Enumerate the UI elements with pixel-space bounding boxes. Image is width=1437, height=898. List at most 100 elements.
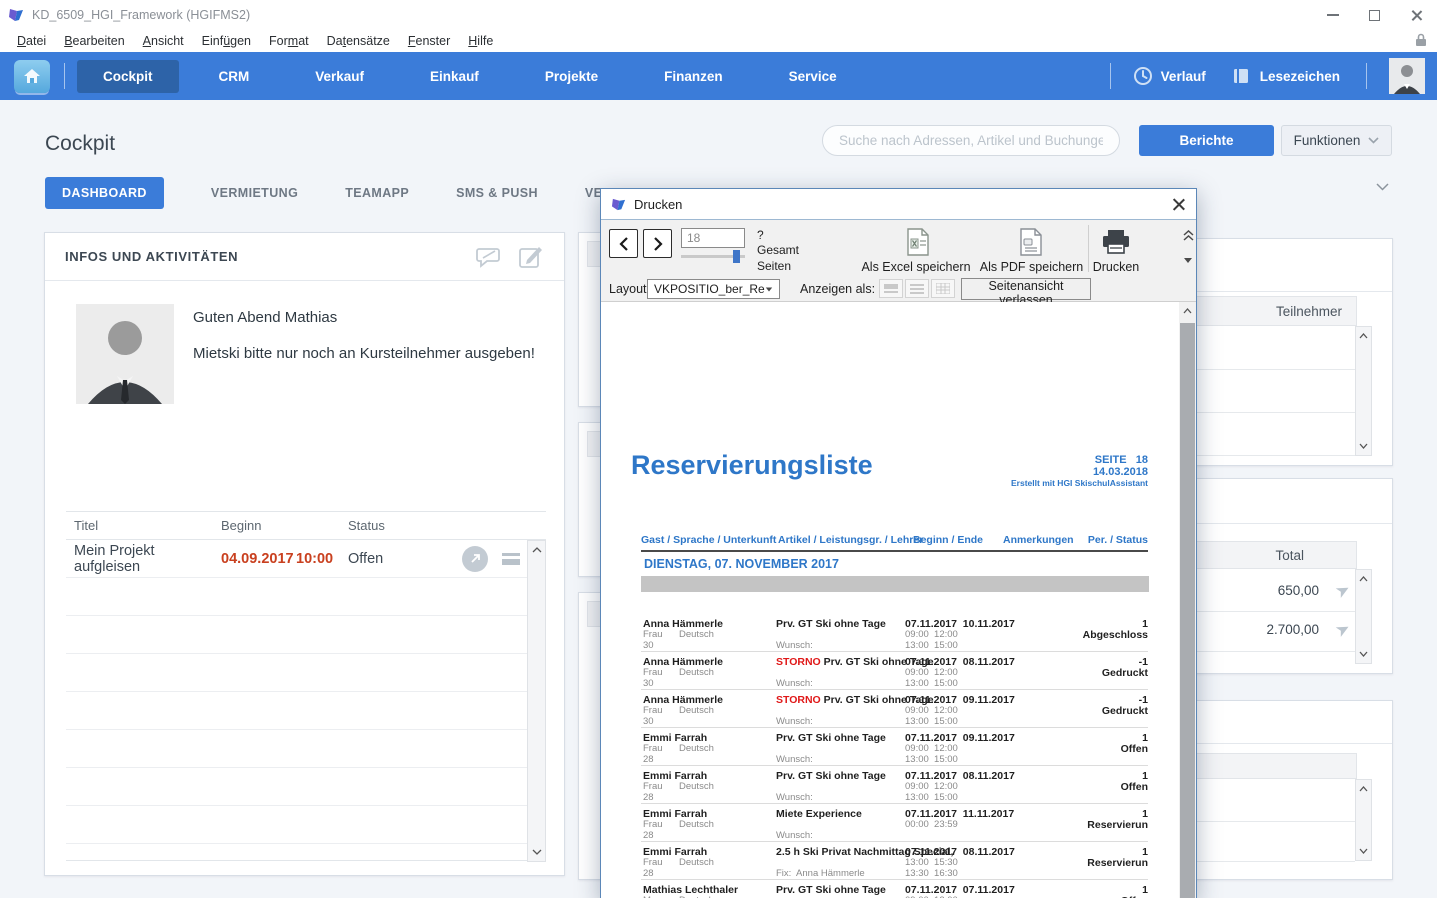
col-artikel: Artikel / Leistungsgr. / Lehrer — [778, 534, 923, 546]
page-slider[interactable] — [681, 255, 745, 258]
panel-scrollbar[interactable] — [1355, 779, 1372, 861]
nav-service[interactable]: Service — [763, 60, 863, 93]
reservation-row: Anna Hämmerle Frau Deutsch 30 STORNO Prv… — [641, 690, 1148, 728]
send-icon[interactable]: ➤ — [1332, 618, 1354, 642]
menu-format[interactable]: Format — [260, 32, 318, 50]
tab-vermietung[interactable]: VERMIETUNG — [211, 186, 298, 200]
menu-einfuegen[interactable]: Einfügen — [193, 32, 260, 50]
nav-crm[interactable]: CRM — [193, 60, 276, 93]
collapse-toolbar-icon[interactable] — [1183, 230, 1194, 242]
times-1: 09:00 12:00 — [905, 743, 958, 754]
article-note: Wunsch: — [776, 792, 813, 803]
greeting-text: Guten Abend Mathias — [193, 309, 337, 326]
maximize-icon[interactable] — [1369, 10, 1380, 21]
participants-scrollbar[interactable] — [1355, 326, 1372, 456]
nav-separator — [64, 63, 65, 89]
search-input[interactable] — [822, 125, 1120, 156]
scroll-down-icon[interactable] — [1356, 437, 1371, 455]
nav-projekte[interactable]: Projekte — [519, 60, 624, 93]
storno-flag: STORNO — [776, 694, 824, 706]
menu-icon[interactable] — [502, 553, 520, 565]
col-beginn-ende: Beginn / Ende — [913, 534, 983, 546]
guest-language: Deutsch — [679, 705, 714, 716]
toolbar-dropdown-icon[interactable] — [1184, 258, 1192, 263]
view-table-icon[interactable] — [931, 279, 955, 298]
exit-preview-button[interactable]: Seitenansicht verlassen — [961, 278, 1091, 300]
guest-salutation: Frau — [643, 857, 663, 868]
minimize-icon[interactable] — [1327, 14, 1339, 16]
article: Miete Experience — [776, 808, 862, 820]
scroll-down-icon[interactable] — [528, 843, 545, 861]
totals-scrollbar[interactable] — [1355, 569, 1372, 664]
layout-select[interactable]: VKPOSITIO_ber_Reser... — [647, 279, 780, 299]
scroll-down-icon[interactable] — [1356, 645, 1371, 663]
nav-cockpit[interactable]: Cockpit — [77, 60, 179, 93]
scroll-down-icon[interactable] — [1356, 842, 1371, 860]
print-dialog-titlebar[interactable]: Drucken — [601, 189, 1196, 219]
menu-datensaetze[interactable]: Datensätze — [318, 32, 399, 50]
view-form-icon[interactable] — [879, 279, 903, 298]
slider-thumb[interactable] — [733, 250, 740, 263]
display-as-label: Anzeigen als: — [800, 282, 875, 296]
tab-teamapp[interactable]: TEAMAPP — [345, 186, 409, 200]
reservation-row: Anna Hämmerle Frau Deutsch 30 STORNO Prv… — [641, 652, 1148, 690]
menu-ansicht[interactable]: Ansicht — [134, 32, 193, 50]
tab-sms-push[interactable]: SMS & PUSH — [456, 186, 538, 200]
article-note: Wunsch: — [776, 830, 813, 841]
close-icon[interactable] — [1171, 197, 1186, 212]
history-button[interactable]: Verlauf — [1133, 66, 1206, 86]
title-bar: KD_6509_HGI_Framework (HGIFMS2) — [0, 0, 1437, 30]
reservation-row: Emmi Farrah Frau Deutsch 28 Miete Experi… — [641, 804, 1148, 842]
functions-button[interactable]: Funktionen — [1281, 125, 1392, 156]
scroll-up-icon[interactable] — [1356, 780, 1371, 798]
tab-dashboard[interactable]: DASHBOARD — [45, 177, 164, 209]
excel-file-icon — [906, 228, 930, 256]
reservation-row: Emmi Farrah Frau Deutsch 28 Prv. GT Ski … — [641, 766, 1148, 804]
next-page-button[interactable] — [643, 229, 672, 258]
guest-salutation: Frau — [643, 781, 663, 792]
times-2: 13:00 15:00 — [905, 716, 958, 727]
user-avatar[interactable] — [1389, 58, 1425, 94]
save-as-excel-button[interactable]: Als Excel speichern — [846, 260, 986, 274]
open-record-icon[interactable] — [462, 546, 488, 572]
menu-hilfe[interactable]: Hilfe — [459, 32, 502, 50]
col-titel: Titel — [66, 518, 221, 533]
reservation-row: Anna Hämmerle Frau Deutsch 30 Prv. GT Sk… — [641, 614, 1148, 652]
previous-page-button[interactable] — [609, 229, 638, 258]
menu-bearbeiten[interactable]: Bearbeiten — [55, 32, 133, 50]
activities-scrollbar[interactable] — [527, 540, 546, 862]
page-number-input[interactable] — [681, 228, 745, 248]
edit-icon[interactable] — [518, 245, 544, 269]
scroll-up-icon[interactable] — [528, 541, 545, 559]
guest-salutation: Frau — [643, 743, 663, 754]
print-button[interactable]: Drucken — [1086, 260, 1146, 274]
scrollbar-thumb[interactable] — [1180, 323, 1195, 898]
total-value: 2.700,00 — [1266, 622, 1319, 637]
comment-icon[interactable] — [476, 245, 502, 269]
nav-einkauf[interactable]: Einkauf — [404, 60, 505, 93]
send-icon[interactable]: ➤ — [1332, 579, 1354, 603]
menu-datei[interactable]: Datei — [8, 32, 55, 50]
table-row[interactable]: Mein Projekt aufgleisen 04.09.2017 10:00… — [66, 540, 546, 578]
scroll-up-icon[interactable] — [1356, 327, 1371, 345]
times-1: 13:00 15:30 — [905, 857, 958, 868]
close-icon[interactable] — [1410, 9, 1423, 22]
scroll-up-icon[interactable] — [1179, 302, 1196, 320]
times-1: 09:00 12:00 — [905, 629, 958, 640]
scroll-up-icon[interactable] — [1356, 570, 1371, 588]
home-logo-icon[interactable] — [14, 60, 50, 93]
app-logo-icon — [611, 197, 626, 212]
nav-verkauf[interactable]: Verkauf — [289, 60, 390, 93]
reports-button[interactable]: Berichte — [1139, 125, 1274, 156]
preview-scrollbar[interactable] — [1179, 302, 1196, 898]
main-navigation: Cockpit CRM Verkauf Einkauf Projekte Fin… — [0, 52, 1437, 100]
article: Prv. GT Ski ohne Tage — [776, 884, 886, 896]
view-list-icon[interactable] — [905, 279, 929, 298]
infos-card: INFOS UND AKTIVITÄTEN Guten — [44, 232, 565, 876]
save-as-pdf-button[interactable]: Als PDF speichern — [979, 260, 1084, 274]
nav-finanzen[interactable]: Finanzen — [638, 60, 749, 93]
bookmarks-button[interactable]: Lesezeichen — [1232, 67, 1340, 85]
pages-word1: Gesamt — [757, 243, 799, 257]
menu-fenster[interactable]: Fenster — [399, 32, 459, 50]
collapse-chevron-icon[interactable] — [1376, 183, 1389, 191]
